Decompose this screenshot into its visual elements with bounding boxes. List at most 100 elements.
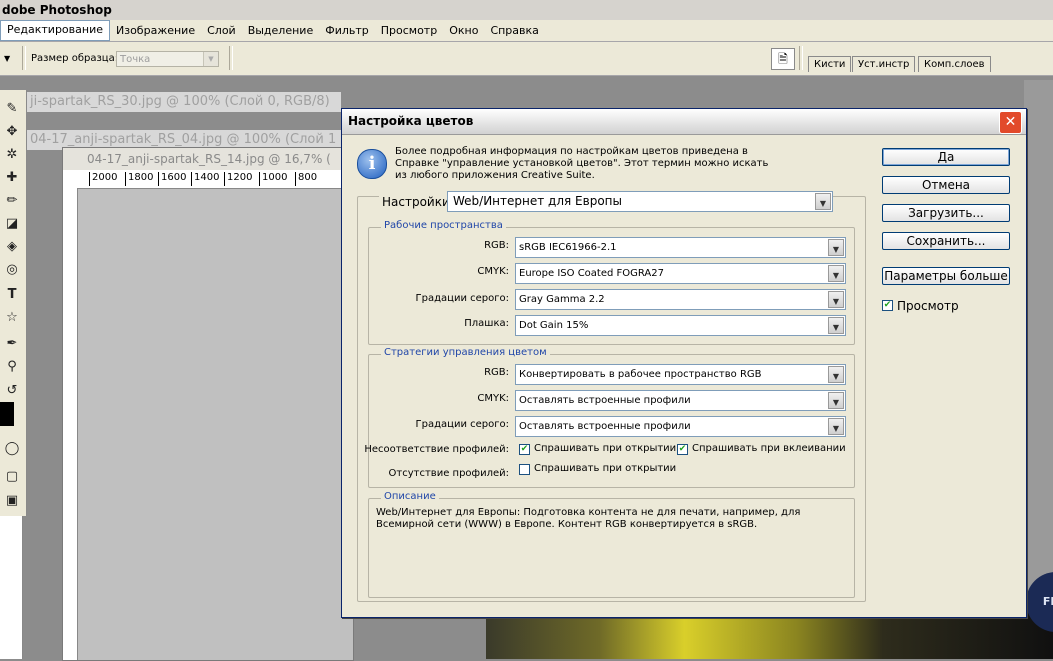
imageready-icon[interactable]: ▣ (2, 492, 22, 510)
menu-select[interactable]: Выделение (242, 21, 320, 40)
ok-button[interactable]: Да (882, 148, 1010, 166)
gray-policy-value: Оставлять встроенные профили (519, 421, 691, 432)
menu-image[interactable]: Изображение (110, 21, 201, 40)
missing-label: Отсутствие профилей: (388, 468, 509, 479)
mismatch-paste-checkbox[interactable]: ✔ (677, 444, 688, 455)
type-icon[interactable]: T (2, 286, 22, 304)
settings-label: Настройки: (379, 195, 457, 209)
cmyk-policy-value: Оставлять встроенные профили (519, 395, 691, 406)
save-button[interactable]: Сохранить... (882, 232, 1010, 250)
zoom-icon[interactable]: ⚲ (2, 358, 22, 376)
chevron-down-icon: ▼ (828, 265, 844, 282)
tab-tool-presets[interactable]: Уст.инстр (852, 56, 916, 72)
eraser-icon[interactable]: ◪ (2, 215, 22, 233)
tool-preset-dropdown-icon[interactable]: ▼ (4, 54, 10, 63)
magic-wand-icon[interactable]: ✲ (2, 146, 22, 164)
info-text: Более подробная информация по настройкам… (395, 146, 769, 181)
document-title[interactable]: 04-17_anji-spartak_RS_14.jpg @ 16,7% ( (63, 148, 353, 170)
chevron-down-icon: ▼ (828, 317, 844, 334)
separator (799, 46, 803, 70)
load-button[interactable]: Загрузить... (882, 204, 1010, 222)
working-spaces-legend: Рабочие пространства (381, 220, 506, 231)
document-title[interactable]: ji-spartak_RS_30.jpg @ 100% (Слой 0, RGB… (26, 92, 341, 112)
info-icon: i (357, 149, 387, 179)
sample-size-select[interactable]: Точка ▼ (116, 51, 219, 67)
chevron-down-icon: ▼ (815, 193, 831, 210)
rgb-policy-label: RGB: (484, 367, 509, 378)
rgb-policy-select[interactable]: Конвертировать в рабочее пространство RG… (515, 364, 846, 385)
dialog-titlebar[interactable]: Настройка цветов ✕ (342, 109, 1026, 135)
app-title: dobe Photoshop (0, 0, 1053, 20)
menu-view[interactable]: Просмотр (375, 21, 443, 40)
tab-layer-comps[interactable]: Комп.слоев (918, 56, 991, 72)
swap-colors-icon[interactable]: ↺ (2, 382, 22, 400)
screen-mode-icon[interactable]: ▢ (2, 468, 22, 486)
palette-well-icon[interactable]: 🗎 (771, 48, 795, 70)
gray-policy-select[interactable]: Оставлять встроенные профили ▼ (515, 416, 846, 437)
more-options-button[interactable]: Параметры больше (882, 267, 1010, 285)
gray-workspace-select[interactable]: Gray Gamma 2.2 ▼ (515, 289, 846, 310)
cmyk-workspace-select[interactable]: Europe ISO Coated FOGRA27 ▼ (515, 263, 846, 284)
dodge-icon[interactable]: ◎ (2, 261, 22, 279)
horizontal-ruler: 2000 1800 1600 1400 1200 1000 800 (63, 170, 353, 189)
chevron-down-icon: ▼ (203, 52, 218, 66)
brush-icon[interactable]: ✎ (2, 100, 22, 118)
eyedropper-icon[interactable]: ✒ (2, 335, 22, 353)
separator (229, 46, 233, 70)
shape-icon[interactable]: ☆ (2, 309, 22, 327)
ruler-mark: 1800 (125, 172, 153, 186)
gray-policy-label: Градации серого: (415, 419, 509, 430)
cancel-button[interactable]: Отмена (882, 176, 1010, 194)
menu-layer[interactable]: Слой (201, 21, 242, 40)
chevron-down-icon: ▼ (828, 291, 844, 308)
separator (22, 46, 26, 70)
menu-bar: Редактирование Изображение Слой Выделени… (0, 20, 1053, 42)
close-icon[interactable]: ✕ (999, 111, 1022, 134)
sample-size-label: Размер образца: (31, 53, 119, 64)
document-canvas[interactable] (78, 189, 353, 660)
rgb-workspace-label: RGB: (484, 240, 509, 251)
ruler-mark: 1600 (158, 172, 186, 186)
spot-workspace-label: Плашка: (464, 318, 509, 329)
chevron-down-icon: ▼ (828, 366, 844, 383)
rgb-workspace-value: sRGB IEC61966-2.1 (519, 242, 617, 253)
rgb-workspace-select[interactable]: sRGB IEC61966-2.1 ▼ (515, 237, 846, 258)
menu-window[interactable]: Окно (443, 21, 484, 40)
sample-size-value: Точка (120, 54, 151, 65)
ruler-mark: 2000 (89, 172, 117, 186)
cmyk-workspace-value: Europe ISO Coated FOGRA27 (519, 268, 664, 279)
photo-image: FIFA (486, 572, 1053, 659)
quick-mask-icon[interactable]: ◯ (2, 440, 22, 458)
color-settings-dialog: Настройка цветов ✕ i Более подробная инф… (341, 108, 1027, 618)
settings-select[interactable]: Web/Интернет для Европы ▼ (447, 191, 833, 212)
missing-open-checkbox[interactable] (519, 464, 530, 475)
dialog-title: Настройка цветов (348, 114, 474, 128)
ruler-mark: 1400 (191, 172, 219, 186)
menu-filter[interactable]: Фильтр (319, 21, 375, 40)
menu-edit[interactable]: Редактирование (0, 20, 110, 41)
tab-brushes[interactable]: Кисти (808, 56, 852, 72)
preview-label: Просмотр (897, 299, 959, 313)
rgb-policy-value: Конвертировать в рабочее пространство RG… (519, 369, 762, 380)
menu-help[interactable]: Справка (484, 21, 544, 40)
settings-value: Web/Интернет для Европы (453, 194, 622, 208)
missing-open-label: Спрашивать при открытии (534, 463, 677, 474)
ruler-mark: 1000 (259, 172, 287, 186)
spot-workspace-value: Dot Gain 15% (519, 320, 589, 331)
vertical-ruler (63, 188, 78, 660)
spot-workspace-select[interactable]: Dot Gain 15% ▼ (515, 315, 846, 336)
mismatch-label: Несоответствие профилей: (364, 444, 509, 455)
mismatch-paste-label: Спрашивать при вклеивании (692, 443, 846, 454)
chevron-down-icon: ▼ (828, 239, 844, 256)
preview-checkbox[interactable]: ✔ (882, 300, 893, 311)
foreground-color-swatch[interactable] (0, 402, 14, 426)
description-legend: Описание (381, 491, 439, 502)
pencil-icon[interactable]: ✏ (2, 192, 22, 210)
mismatch-open-checkbox[interactable]: ✔ (519, 444, 530, 455)
bucket-icon[interactable]: ◈ (2, 238, 22, 256)
healing-icon[interactable]: ✚ (2, 169, 22, 187)
cmyk-policy-select[interactable]: Оставлять встроенные профили ▼ (515, 390, 846, 411)
policies-legend: Стратегии управления цветом (381, 347, 550, 358)
cmyk-workspace-label: CMYK: (477, 266, 509, 277)
move-icon[interactable]: ✥ (2, 123, 22, 141)
